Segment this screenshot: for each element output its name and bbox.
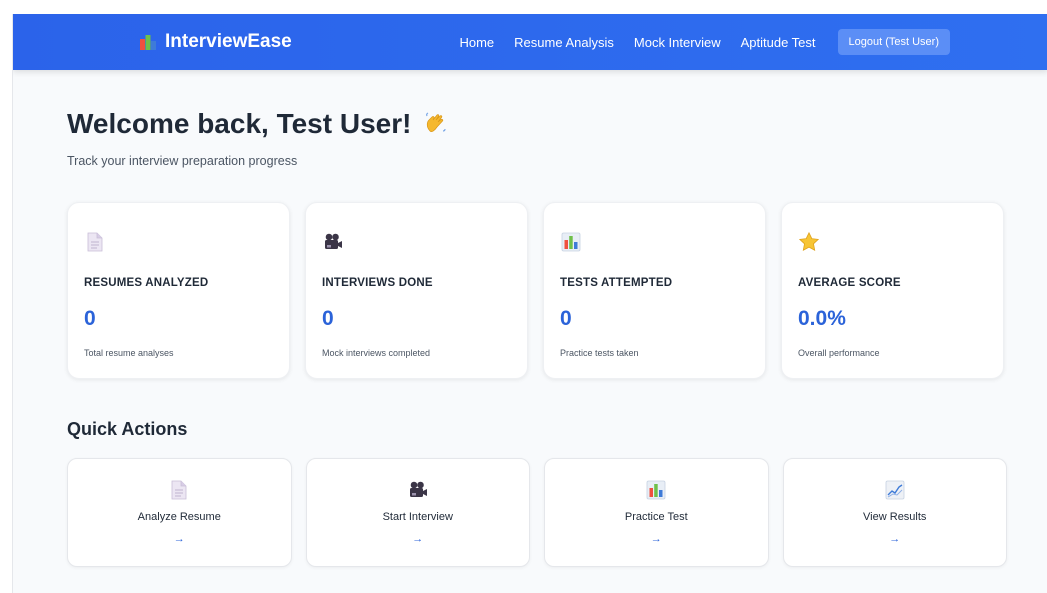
stat-description: Mock interviews completed — [322, 348, 431, 358]
video-camera-icon — [409, 481, 427, 497]
analyze-resume-card[interactable]: Analyze Resume → — [67, 458, 292, 567]
video-camera-icon — [325, 233, 342, 249]
page-subtitle: Track your interview preparation progres… — [67, 154, 298, 168]
stat-label: TESTS ATTEMPTED — [560, 277, 673, 289]
action-label: View Results — [863, 511, 927, 523]
arrow-right-icon: → — [173, 533, 185, 545]
bar-chart-icon — [646, 480, 666, 500]
document-icon — [87, 232, 103, 252]
stat-label: RESUMES ANALYZED — [84, 277, 209, 289]
stat-description: Total resume analyses — [84, 348, 174, 358]
stat-value: 0 — [322, 307, 334, 330]
quick-actions-row: Analyze Resume → Start Interview → Pract… — [67, 458, 1007, 567]
arrow-right-icon: → — [889, 533, 901, 545]
start-interview-card[interactable]: Start Interview → — [305, 458, 530, 567]
stat-card-average: AVERAGE SCORE 0.0% Overall performance — [781, 202, 1004, 379]
action-label: Analyze Resume — [137, 511, 221, 523]
waving-hand-icon — [426, 112, 446, 132]
stat-card-tests: TESTS ATTEMPTED 0 Practice tests taken — [543, 202, 766, 379]
app-window: InterviewEase Home Resume Analysis Mock … — [12, 14, 1047, 593]
stat-value: 0 — [560, 307, 572, 330]
arrow-right-icon: → — [650, 533, 662, 545]
practice-test-card[interactable]: Practice Test → — [544, 458, 769, 567]
stat-value: 0 — [84, 307, 96, 330]
navbar: InterviewEase Home Resume Analysis Mock … — [13, 14, 1047, 70]
trend-chart-icon — [885, 480, 905, 500]
stat-card-interviews: INTERVIEWS DONE 0 Mock interviews comple… — [305, 202, 528, 379]
logout-button[interactable]: Logout (Test User) — [837, 29, 950, 55]
stat-description: Overall performance — [798, 348, 880, 358]
arrow-right-icon: → — [412, 533, 424, 545]
nav-link-home[interactable]: Home — [459, 35, 494, 50]
stats-row: RESUMES ANALYZED 0 Total resume analyses… — [67, 202, 1007, 379]
welcome-text: Welcome back, Test User! — [67, 108, 412, 139]
action-label: Practice Test — [624, 511, 688, 523]
page-title: Welcome back, Test User! — [67, 108, 449, 140]
action-label: Start Interview — [382, 511, 453, 523]
nav-link-mock-interview[interactable]: Mock Interview — [634, 35, 721, 50]
brand-name: InterviewEase — [165, 31, 292, 52]
stat-description: Practice tests taken — [560, 348, 639, 358]
bar-chart-icon — [561, 232, 581, 252]
view-results-card[interactable]: View Results → — [782, 458, 1007, 567]
document-icon — [171, 480, 187, 500]
brand-logo[interactable]: InterviewEase — [139, 30, 292, 54]
stat-card-resumes: RESUMES ANALYZED 0 Total resume analyses — [67, 202, 290, 379]
nav-link-aptitude-test[interactable]: Aptitude Test — [741, 35, 816, 50]
stat-label: INTERVIEWS DONE — [322, 277, 433, 289]
stat-value: 0.0% — [798, 307, 846, 330]
nav-link-resume-analysis[interactable]: Resume Analysis — [514, 35, 614, 50]
stat-label: AVERAGE SCORE — [798, 277, 901, 289]
star-icon — [798, 231, 820, 251]
bar-chart-icon — [140, 35, 156, 50]
nav-links: Home Resume Analysis Mock Interview Apti… — [459, 27, 950, 57]
quick-actions-title: Quick Actions — [67, 419, 188, 439]
